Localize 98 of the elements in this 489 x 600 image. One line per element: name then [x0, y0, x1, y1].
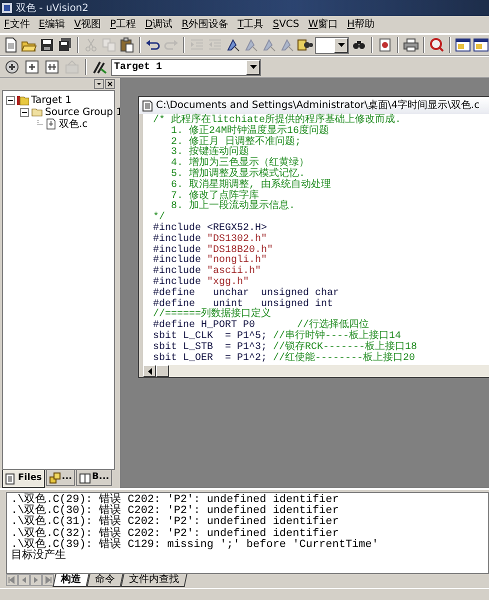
bookmark-icon	[279, 37, 295, 53]
window-icon	[455, 37, 471, 53]
output-tab[interactable]: 命令	[86, 574, 124, 587]
code-line: sbit L_CLK = P1^5; //串行时钟----板上接口14	[153, 332, 402, 342]
find-combo-field[interactable]	[315, 36, 349, 54]
target-folder-icon	[17, 94, 29, 106]
code-line: #include "DS1302.h"	[153, 234, 268, 245]
book-icon	[79, 472, 92, 484]
find-in-files-icon	[297, 37, 313, 53]
document-icon	[5, 472, 17, 484]
printer-button[interactable]	[403, 36, 419, 54]
menu-item[interactable]: E编辑	[38, 17, 66, 32]
scroll-left-icon[interactable]	[148, 368, 152, 374]
prev-arrow-icon	[20, 576, 28, 584]
build-icon	[24, 59, 40, 75]
next-arrow-icon	[32, 576, 40, 584]
printer-icon	[403, 37, 419, 53]
collapse-icon[interactable]	[6, 96, 15, 104]
window-button[interactable]	[455, 36, 471, 54]
save-button[interactable]	[39, 36, 55, 54]
code-line: #include <REGX52.H>	[153, 224, 268, 234]
stop-icon	[64, 59, 80, 75]
tree-item[interactable]: 双色.c	[59, 116, 88, 132]
undo-icon	[145, 37, 161, 53]
save-all-icon	[57, 37, 73, 53]
code-line: //======列数据接口定义	[153, 310, 272, 320]
menu-item[interactable]: W窗口	[308, 17, 338, 32]
output-line: .\双色.C(31): 错误 C202: 'P2': undefined identifier	[11, 517, 340, 528]
code-line: #include "ascii.h"	[153, 267, 262, 278]
copy-icon	[101, 37, 117, 53]
menu-item[interactable]: R外围设备	[182, 17, 229, 32]
code-line: #include "DS18B20.h"	[153, 246, 274, 256]
debug-icon	[429, 37, 445, 53]
menu-item[interactable]: H帮助	[347, 17, 375, 32]
code-line: 1. 修正24M时钟温度显示16度问题	[170, 126, 330, 137]
redo-icon	[163, 37, 179, 53]
first-arrow-icon	[8, 576, 16, 584]
compile-button[interactable]	[3, 58, 21, 76]
save-all-button[interactable]	[57, 36, 73, 54]
scroll-thumb[interactable]	[156, 365, 169, 377]
cubes-icon	[48, 472, 61, 484]
file-icon	[45, 118, 57, 130]
dropdown-icon	[250, 65, 256, 69]
window-title: 双色 - uVision2	[16, 2, 89, 16]
rebuild-button[interactable]	[43, 58, 61, 76]
save-icon	[39, 37, 55, 53]
bookmark-icon	[261, 37, 277, 53]
last-arrow-icon	[44, 576, 52, 584]
code-line: 6. 取消星期调整, 由系统自动处理	[170, 180, 332, 191]
code-line: 5. 增加调整及显示模式记忆.	[170, 170, 306, 180]
dropdown-icon	[338, 43, 344, 47]
editor-title: C:\Documents and Settings\Administrator\桌面\4字时间显示\双色.c	[156, 98, 480, 113]
debug-button[interactable]	[429, 36, 445, 54]
scissors-icon	[83, 37, 99, 53]
paste-icon	[119, 37, 135, 53]
build-button[interactable]	[23, 58, 41, 76]
tab-scroll-button[interactable]	[42, 574, 54, 586]
options-icon	[92, 59, 108, 75]
document-icon	[142, 100, 153, 112]
window-button[interactable]	[473, 36, 489, 54]
code-line: */	[153, 213, 166, 224]
collapse-icon[interactable]	[20, 108, 29, 116]
document-icon	[377, 37, 393, 53]
menu-item[interactable]: D调试	[144, 17, 173, 32]
folder-icon	[31, 106, 43, 118]
code-line: #include "xgg.h"	[153, 278, 250, 288]
output-line: 目标没产生	[11, 551, 66, 562]
new-file-icon	[3, 37, 19, 53]
window-icon	[473, 37, 489, 53]
tree-item[interactable]: Target 1	[31, 92, 72, 108]
document-button[interactable]	[377, 36, 393, 54]
code-line: #include "nongli.h"	[153, 256, 268, 266]
menu-item[interactable]: F文件	[4, 17, 30, 32]
close-icon[interactable]	[105, 79, 115, 89]
dropdown-icon[interactable]	[94, 79, 104, 89]
paste-button[interactable]	[119, 36, 135, 54]
menu-item[interactable]: V视图	[74, 17, 101, 32]
panel-tab[interactable]: ...	[46, 470, 76, 486]
rebuild-icon	[44, 59, 60, 75]
output-tab[interactable]: 构造	[52, 574, 90, 587]
compile-icon	[4, 59, 20, 75]
code-line: #define unchar unsigned char	[153, 288, 340, 299]
code-line: sbit L_OER = P1^2; //红使能--------板上接口20	[153, 354, 416, 364]
code-line: sbit L_STB = P1^3; //锁存RCK-------板上接口18	[153, 342, 418, 353]
output-tab[interactable]: 文件内查找	[120, 574, 188, 587]
code-line: /* 此程序在litchiate所提供的程序基础上修改而成.	[153, 116, 402, 126]
menu-item[interactable]: T工具	[238, 17, 264, 32]
horizontal-scrollbar[interactable]	[143, 365, 489, 377]
code-line: 8. 加上一段流动显示信息.	[170, 202, 296, 214]
bookmark-icon	[243, 37, 259, 53]
menu-item[interactable]: SVCS	[272, 17, 300, 32]
panel-tab[interactable]: B...	[76, 470, 112, 486]
target-dropdown[interactable]: Target 1	[111, 58, 261, 76]
panel-tab[interactable]: Files	[2, 470, 45, 488]
menu-item[interactable]: P工程	[110, 17, 136, 32]
app-icon	[1, 2, 13, 14]
bookmark-icon	[225, 37, 241, 53]
new-file-button[interactable]	[3, 36, 19, 54]
